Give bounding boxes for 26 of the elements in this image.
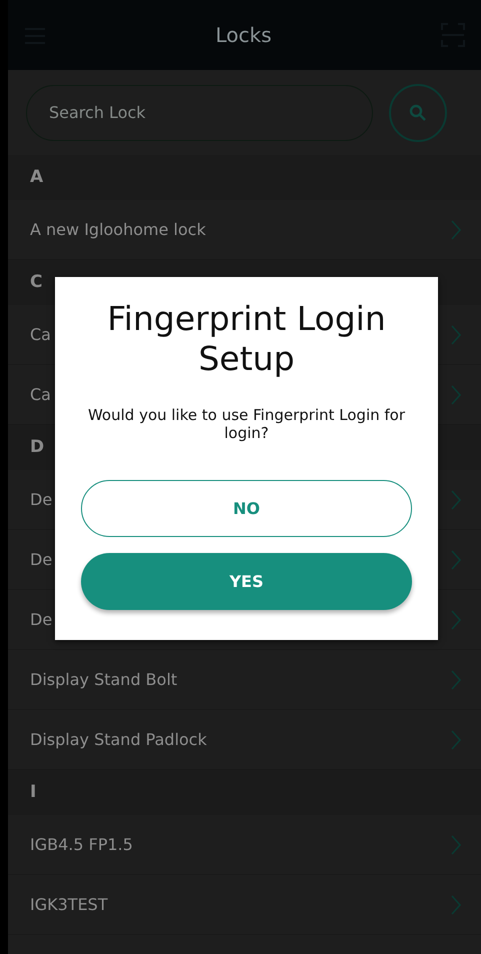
chevron-icon[interactable] xyxy=(451,550,461,570)
lock-name[interactable]: IGK3TEST xyxy=(30,892,108,916)
lock-name[interactable]: Display Stand Bolt xyxy=(30,668,178,692)
chevron-icon[interactable] xyxy=(451,894,461,914)
chevron-icon[interactable] xyxy=(451,324,461,344)
search-field[interactable]: Search Lock xyxy=(26,84,373,140)
chevron-icon[interactable] xyxy=(451,490,461,510)
chevron-icon[interactable] xyxy=(451,220,461,240)
chevron-icon[interactable] xyxy=(451,670,461,690)
lock-name[interactable]: IGB4.5 FP1.5 xyxy=(30,832,133,856)
yes-button[interactable]: YES xyxy=(81,553,412,610)
lock-name[interactable]: De xyxy=(30,488,52,512)
chevron-icon[interactable] xyxy=(451,384,461,404)
no-button[interactable]: NO xyxy=(81,480,412,538)
search-icon xyxy=(409,104,427,122)
chevron-icon[interactable] xyxy=(451,610,461,630)
chevron-icon[interactable] xyxy=(451,834,461,854)
lock-name[interactable]: De xyxy=(30,608,52,632)
lock-name[interactable]: De xyxy=(30,548,52,572)
lock-name[interactable]: A new Igloohome lock xyxy=(30,218,206,242)
screen-title: Locks xyxy=(215,22,272,49)
lock-name[interactable]: Display Stand Padlock xyxy=(30,728,207,752)
search-button[interactable] xyxy=(389,84,447,142)
lock-name[interactable]: Ca xyxy=(30,322,51,346)
lock-name[interactable]: Ca xyxy=(30,382,51,406)
chevron-icon[interactable] xyxy=(451,730,461,750)
